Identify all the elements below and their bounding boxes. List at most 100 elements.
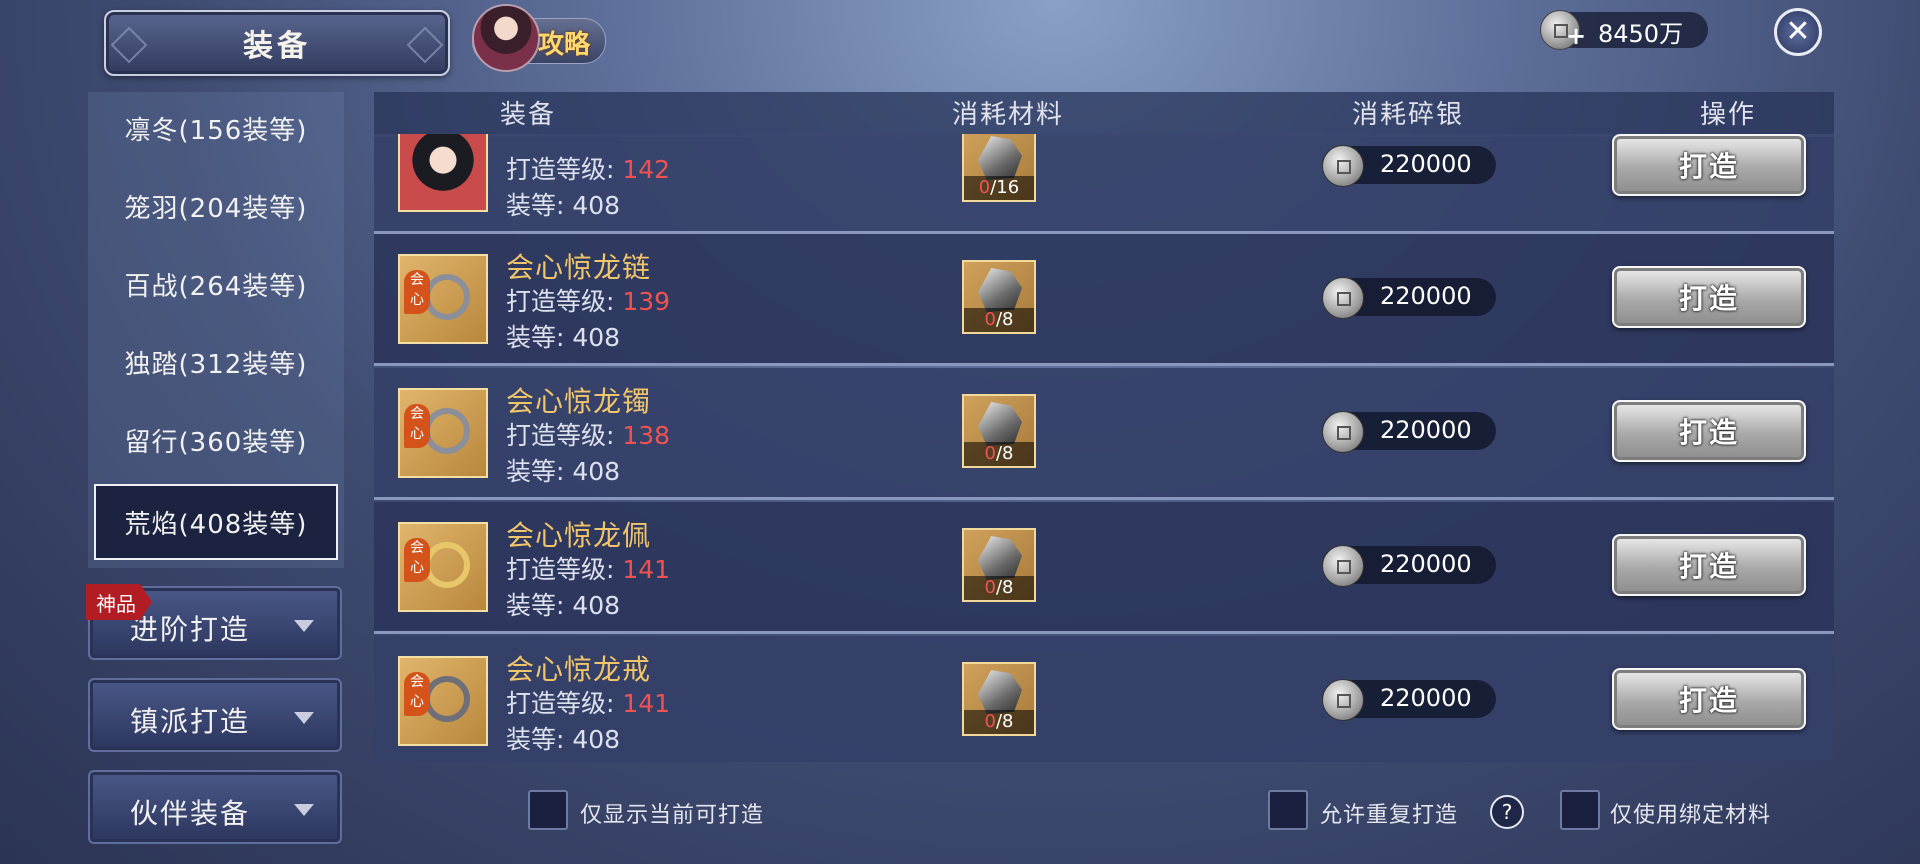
silver-coin-icon (1322, 545, 1364, 587)
necklace-icon[interactable]: 会心 (398, 254, 488, 344)
side-button-label: 进阶打造 (130, 613, 251, 646)
table-header (374, 92, 1834, 137)
tier-label: 笼羽(204装等) (124, 193, 308, 224)
forge-button[interactable]: 打造 (1612, 668, 1806, 730)
table-row: 打造等级: 142 装等: 408 0/16 220000 打造 (374, 134, 1834, 234)
only-craftable-checkbox[interactable] (528, 790, 568, 830)
gear-score: 装等: 408 (506, 725, 621, 754)
forge-level: 打造等级: 138 (506, 421, 671, 450)
column-header-equip: 装备 (500, 100, 557, 130)
tier-item[interactable]: 独踏(312装等) (96, 332, 336, 392)
material-slot[interactable]: 0/8 (962, 528, 1036, 602)
help-icon[interactable]: ? (1490, 795, 1524, 829)
crit-tag: 会心 (404, 672, 430, 716)
forge-level: 打造等级: 141 (506, 555, 671, 584)
forge-level: 打造等级: 141 (506, 689, 671, 718)
pendant-icon[interactable]: 会心 (398, 522, 488, 612)
forge-button[interactable]: 打造 (1612, 266, 1806, 328)
side-button-label: 镇派打造 (130, 705, 251, 738)
close-button[interactable]: ✕ (1774, 8, 1822, 56)
silver-coin-icon (1322, 679, 1364, 721)
equipment-name: 会心惊龙佩 (506, 519, 652, 552)
only-craftable-label: 仅显示当前可打造 (580, 803, 765, 828)
material-slot[interactable]: 0/8 (962, 662, 1036, 736)
chevron-down-icon (294, 620, 314, 632)
column-header-action: 操作 (1700, 100, 1757, 130)
ore-icon (978, 670, 1022, 714)
tier-label: 凛冬(156装等) (124, 115, 308, 146)
ore-icon (978, 268, 1022, 312)
chevron-down-icon (294, 712, 314, 724)
column-header-silver: 消耗碎银 (1352, 100, 1465, 130)
tier-label: 荒焰(408装等) (124, 509, 308, 540)
equipment-name: 会心惊龙镯 (506, 385, 652, 418)
portrait-icon[interactable] (398, 134, 488, 212)
divine-badge: 神品 (86, 584, 152, 620)
tier-list: 凛冬(156装等) 笼羽(204装等) 百战(264装等) 独踏(312装等) … (88, 92, 344, 568)
table-row: 会心 会心惊龙戒 打造等级: 141 装等: 408 0/8 220000 打造 (374, 636, 1834, 762)
guide-label[interactable]: 攻略 (538, 24, 590, 61)
material-count: 0/8 (964, 308, 1034, 332)
currency-value: 8450万 (1598, 20, 1684, 48)
forge-level: 打造等级: 142 (506, 155, 671, 184)
page-title: 装备 (243, 29, 311, 64)
bracelet-icon[interactable]: 会心 (398, 388, 488, 478)
material-count: 0/16 (964, 176, 1034, 200)
tier-item[interactable]: 留行(360装等) (96, 410, 336, 470)
tier-item[interactable]: 百战(264装等) (96, 254, 336, 314)
tier-item-selected[interactable]: 荒焰(408装等) (94, 484, 338, 560)
tier-label: 独踏(312装等) (124, 349, 308, 380)
gear-score: 装等: 408 (506, 591, 621, 620)
silver-cost-value: 220000 (1380, 282, 1472, 310)
crit-tag: 会心 (404, 538, 430, 582)
guide-avatar-icon[interactable] (472, 4, 540, 72)
forge-button[interactable]: 打造 (1612, 534, 1806, 596)
forge-button[interactable]: 打造 (1612, 400, 1806, 462)
material-count: 0/8 (964, 442, 1034, 466)
forge-button[interactable]: 打造 (1612, 134, 1806, 196)
material-slot[interactable]: 0/16 (962, 134, 1036, 202)
crit-tag: 会心 (404, 270, 430, 314)
ornament-icon (110, 26, 148, 64)
only-bound-checkbox[interactable] (1560, 790, 1600, 830)
equipment-name: 会心惊龙链 (506, 251, 652, 284)
sect-forge-button[interactable]: 镇派打造 (88, 678, 342, 752)
silver-cost-value: 220000 (1380, 550, 1472, 578)
tier-label: 留行(360装等) (124, 427, 308, 458)
table-row: 会心 会心惊龙链 打造等级: 139 装等: 408 0/8 220000 打造 (374, 234, 1834, 366)
material-count: 0/8 (964, 710, 1034, 734)
side-button-label: 伙伴装备 (130, 797, 251, 830)
ring-icon[interactable]: 会心 (398, 656, 488, 746)
silver-coin-icon (1322, 145, 1364, 187)
silver-coin-icon (1322, 277, 1364, 319)
table-row: 会心 会心惊龙佩 打造等级: 141 装等: 408 0/8 220000 打造 (374, 502, 1834, 634)
material-count: 0/8 (964, 576, 1034, 600)
gear-score: 装等: 408 (506, 191, 621, 220)
ornament-icon (406, 26, 444, 64)
ore-icon (978, 536, 1022, 580)
table-row: 会心 会心惊龙镯 打造等级: 138 装等: 408 0/8 220000 打造 (374, 368, 1834, 500)
panel-title-plate: 装备 (104, 10, 450, 76)
tier-item[interactable]: 笼羽(204装等) (96, 176, 336, 236)
column-header-material: 消耗材料 (952, 100, 1065, 130)
tier-item[interactable]: 凛冬(156装等) (96, 98, 336, 158)
crit-tag: 会心 (404, 404, 430, 448)
equipment-name: 会心惊龙戒 (506, 653, 652, 686)
silver-coin-icon (1322, 411, 1364, 453)
gear-score: 装等: 408 (506, 323, 621, 352)
silver-cost-value: 220000 (1380, 150, 1472, 178)
allow-repeat-checkbox[interactable] (1268, 790, 1308, 830)
ore-icon (978, 402, 1022, 446)
silver-cost-value: 220000 (1380, 416, 1472, 444)
partner-equip-button[interactable]: 伙伴装备 (88, 770, 342, 844)
forge-level: 打造等级: 139 (506, 287, 671, 316)
equipment-list[interactable]: 打造等级: 142 装等: 408 0/16 220000 打造 会心 会心惊龙… (374, 134, 1834, 762)
gear-score: 装等: 408 (506, 457, 621, 486)
ore-icon (978, 136, 1022, 180)
allow-repeat-label: 允许重复打造 (1320, 803, 1459, 828)
add-currency-icon[interactable]: + (1566, 22, 1586, 50)
tier-label: 百战(264装等) (124, 271, 308, 302)
material-slot[interactable]: 0/8 (962, 394, 1036, 468)
material-slot[interactable]: 0/8 (962, 260, 1036, 334)
silver-cost-value: 220000 (1380, 684, 1472, 712)
